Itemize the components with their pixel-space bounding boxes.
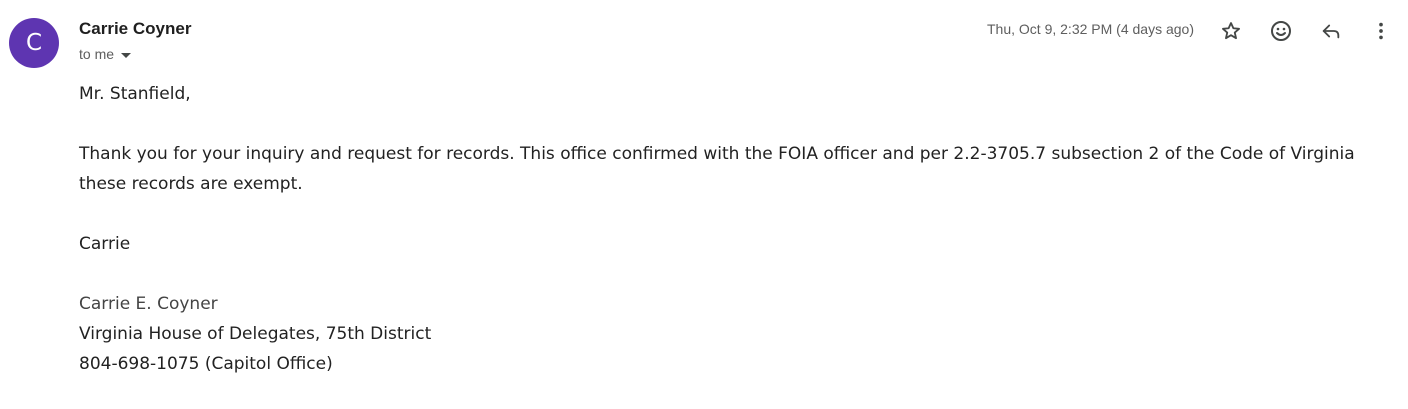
- signature-phone: 804-698-1075 (Capitol Office): [79, 354, 333, 374]
- emoji-icon: [1271, 21, 1291, 41]
- star-icon: [1222, 22, 1240, 40]
- message-greeting: Mr. Stanfield,: [79, 84, 191, 104]
- message-paragraph: Thank you for your inquiry and request f…: [79, 144, 1355, 194]
- recipient-label: to me: [79, 46, 115, 62]
- add-reaction-button[interactable]: [1267, 17, 1295, 45]
- signature-title: Virginia House of Delegates, 75th Distri…: [79, 324, 432, 344]
- reply-icon: [1322, 24, 1340, 39]
- more-options-button[interactable]: [1367, 17, 1395, 45]
- email-signature: Carrie E. Coyner Virginia House of Deleg…: [79, 289, 1379, 379]
- message-closing: Carrie: [79, 234, 131, 254]
- signature-name: Carrie E. Coyner: [79, 294, 218, 314]
- sender-avatar[interactable]: C: [9, 18, 59, 68]
- chevron-down-icon: [121, 52, 132, 58]
- reply-button[interactable]: [1317, 17, 1345, 45]
- recipient-details-toggle[interactable]: to me: [79, 46, 132, 62]
- sender-name[interactable]: Carrie Coyner: [79, 19, 191, 39]
- more-vert-icon: [1379, 22, 1383, 40]
- star-button[interactable]: [1217, 17, 1245, 45]
- message-timestamp: Thu, Oct 9, 2:32 PM (4 days ago): [987, 21, 1194, 37]
